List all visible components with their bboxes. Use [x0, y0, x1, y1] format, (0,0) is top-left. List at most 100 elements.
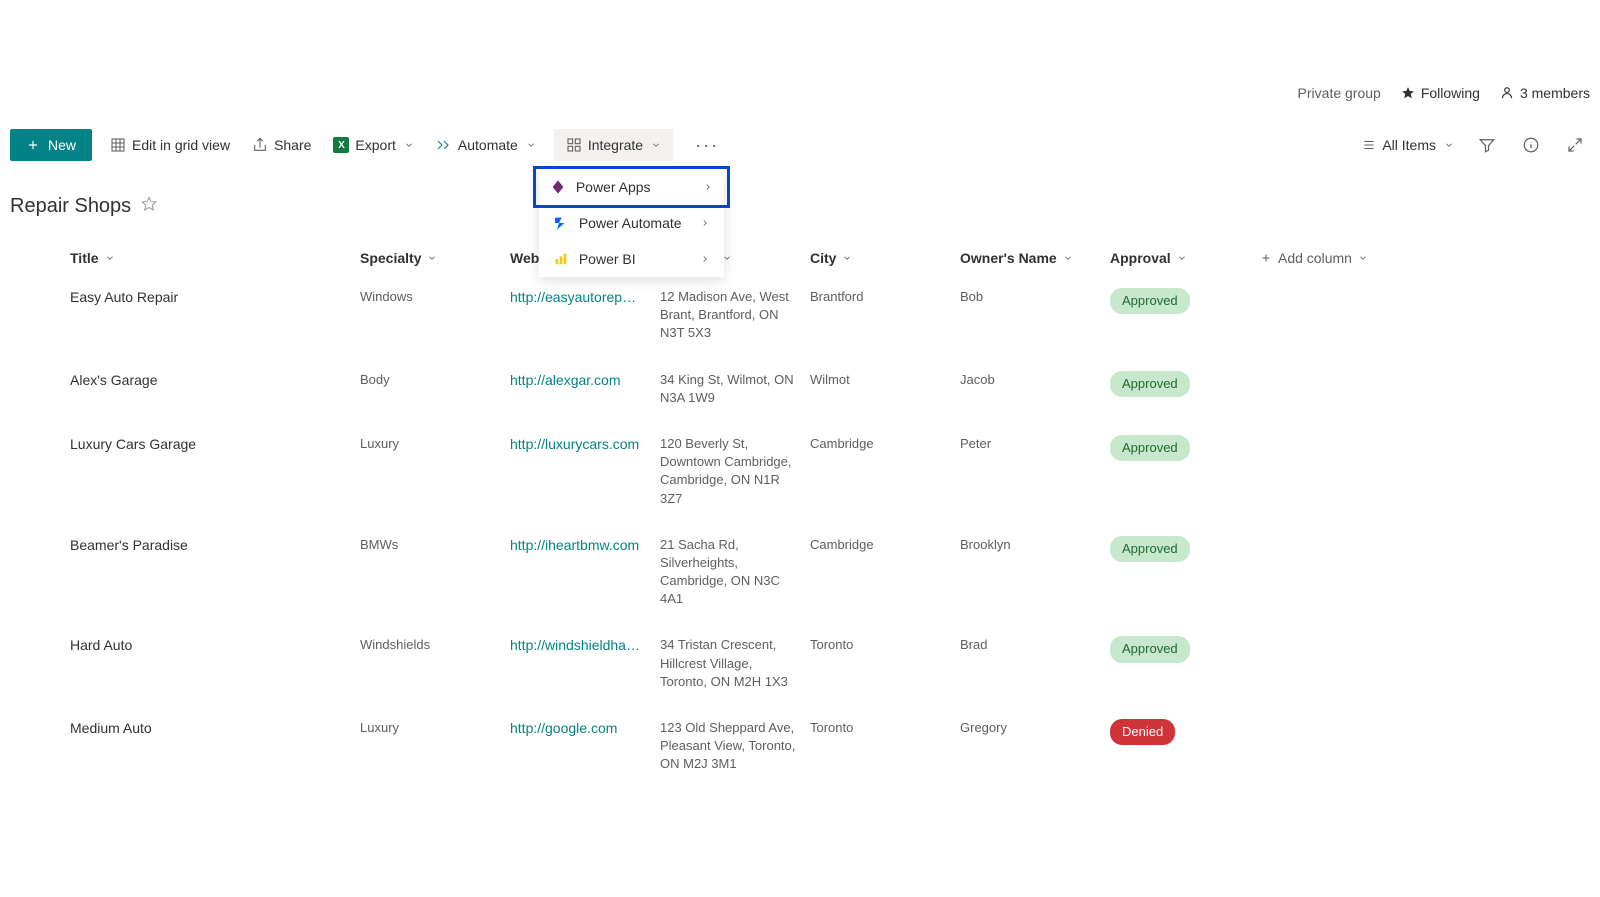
share-icon	[252, 137, 268, 153]
power-automate-label: Power Automate	[579, 215, 682, 231]
new-button[interactable]: New	[10, 129, 92, 161]
cell-specialty: BMWs	[360, 536, 510, 554]
chevron-right-icon	[703, 182, 713, 192]
expand-button[interactable]	[1560, 130, 1590, 160]
automate-button[interactable]: Automate	[432, 131, 540, 159]
cell-address: 120 Beverly St, Downtown Cambridge, Camb…	[660, 435, 810, 508]
members-button[interactable]: 3 members	[1500, 85, 1590, 101]
website-link[interactable]: http://luxurycars.com	[510, 435, 640, 455]
integrate-wrapper: Integrate Power Apps Power Automate	[554, 129, 673, 161]
group-info-bar: Private group Following 3 members	[1298, 85, 1590, 101]
plus-icon	[1260, 252, 1272, 264]
approval-badge: Denied	[1110, 719, 1175, 745]
add-column-button[interactable]: Add column	[1260, 250, 1460, 266]
cell-approval: Approved	[1110, 536, 1260, 562]
cell-address: 123 Old Sheppard Ave, Pleasant View, Tor…	[660, 719, 810, 774]
approval-badge: Approved	[1110, 288, 1190, 314]
table-row[interactable]: Luxury Cars Garage Luxury http://luxuryc…	[10, 421, 1590, 522]
cell-approval: Approved	[1110, 371, 1260, 397]
col-title[interactable]: Title	[70, 250, 360, 266]
cell-website: http://google.com	[510, 719, 660, 739]
person-icon	[1500, 86, 1514, 100]
filter-icon	[1478, 136, 1496, 154]
table-row[interactable]: Hard Auto Windshields http://windshieldh…	[10, 622, 1590, 705]
new-label: New	[48, 137, 76, 153]
approval-badge: Approved	[1110, 536, 1190, 562]
website-link[interactable]: http://iheartbmw.com	[510, 536, 640, 556]
cell-specialty: Luxury	[360, 435, 510, 453]
list-table: Title Specialty Website Address City Own…	[10, 240, 1590, 788]
cell-address: 34 Tristan Crescent, Hillcrest Village, …	[660, 636, 810, 691]
cell-owner: Gregory	[960, 719, 1110, 737]
cell-city: Wilmot	[810, 371, 960, 389]
export-button[interactable]: X Export	[329, 131, 417, 159]
cell-approval: Approved	[1110, 435, 1260, 461]
chevron-down-icon	[526, 140, 536, 150]
cell-title: Luxury Cars Garage	[70, 435, 360, 455]
edit-grid-button[interactable]: Edit in grid view	[106, 131, 234, 159]
table-row[interactable]: Alex's Garage Body http://alexgar.com 34…	[10, 357, 1590, 421]
table-row[interactable]: Beamer's Paradise BMWs http://iheartbmw.…	[10, 522, 1590, 623]
list-title-row: Repair Shops	[10, 195, 157, 218]
chevron-down-icon	[842, 253, 852, 263]
approval-badge: Approved	[1110, 371, 1190, 397]
website-link[interactable]: http://easyautorepair.c...	[510, 288, 640, 308]
more-actions-button[interactable]: ···	[687, 135, 727, 156]
cell-city: Toronto	[810, 636, 960, 654]
cell-specialty: Body	[360, 371, 510, 389]
share-button[interactable]: Share	[248, 131, 315, 159]
website-link[interactable]: http://windshieldharda...	[510, 636, 640, 656]
cell-address: 21 Sacha Rd, Silverheights, Cambridge, O…	[660, 536, 810, 609]
cell-city: Toronto	[810, 719, 960, 737]
chevron-down-icon	[651, 140, 661, 150]
cell-website: http://easyautorepair.c...	[510, 288, 660, 308]
export-label: Export	[355, 137, 395, 153]
following-label: Following	[1421, 85, 1480, 101]
cell-address: 34 King St, Wilmot, ON N3A 1W9	[660, 371, 810, 407]
favorite-star-button[interactable]	[141, 196, 157, 217]
filter-button[interactable]	[1472, 130, 1502, 160]
integrate-icon	[566, 137, 582, 153]
col-specialty[interactable]: Specialty	[360, 250, 510, 266]
view-label: All Items	[1382, 137, 1436, 153]
chevron-right-icon	[700, 254, 710, 264]
menu-power-automate[interactable]: Power Automate	[539, 205, 724, 241]
col-approval[interactable]: Approval	[1110, 250, 1260, 266]
info-button[interactable]	[1516, 130, 1546, 160]
menu-power-bi[interactable]: Power BI	[539, 241, 724, 277]
power-apps-label: Power Apps	[576, 179, 651, 195]
cell-owner: Brad	[960, 636, 1110, 654]
view-selector-button[interactable]: All Items	[1358, 131, 1458, 159]
automate-label: Automate	[458, 137, 518, 153]
cell-city: Cambridge	[810, 435, 960, 453]
col-city[interactable]: City	[810, 250, 960, 266]
integrate-button[interactable]: Integrate	[554, 129, 673, 161]
cell-owner: Brooklyn	[960, 536, 1110, 554]
table-row[interactable]: Easy Auto Repair Windows http://easyauto…	[10, 274, 1590, 357]
website-link[interactable]: http://alexgar.com	[510, 371, 640, 391]
list-title: Repair Shops	[10, 195, 131, 218]
chevron-down-icon	[1177, 253, 1187, 263]
cell-title: Easy Auto Repair	[70, 288, 360, 308]
table-row[interactable]: Medium Auto Luxury http://google.com 123…	[10, 705, 1590, 788]
chevron-right-icon	[700, 218, 710, 228]
menu-power-apps[interactable]: Power Apps	[533, 166, 730, 208]
grid-icon	[110, 137, 126, 153]
command-bar: New Edit in grid view Share X Export Aut…	[10, 123, 1590, 167]
cell-approval: Approved	[1110, 288, 1260, 314]
cell-approval: Denied	[1110, 719, 1260, 745]
plus-icon	[26, 138, 40, 152]
integrate-label: Integrate	[588, 137, 643, 153]
website-link[interactable]: http://google.com	[510, 719, 640, 739]
cell-website: http://luxurycars.com	[510, 435, 660, 455]
table-body: Easy Auto Repair Windows http://easyauto…	[10, 274, 1590, 788]
following-button[interactable]: Following	[1401, 85, 1480, 101]
col-owner[interactable]: Owner's Name	[960, 250, 1110, 266]
power-bi-icon	[553, 251, 569, 267]
cell-title: Beamer's Paradise	[70, 536, 360, 556]
chevron-down-icon	[1444, 140, 1454, 150]
integrate-dropdown: Power Apps Power Automate Po	[539, 169, 724, 277]
cell-owner: Peter	[960, 435, 1110, 453]
cell-website: http://alexgar.com	[510, 371, 660, 391]
chevron-down-icon	[427, 253, 437, 263]
